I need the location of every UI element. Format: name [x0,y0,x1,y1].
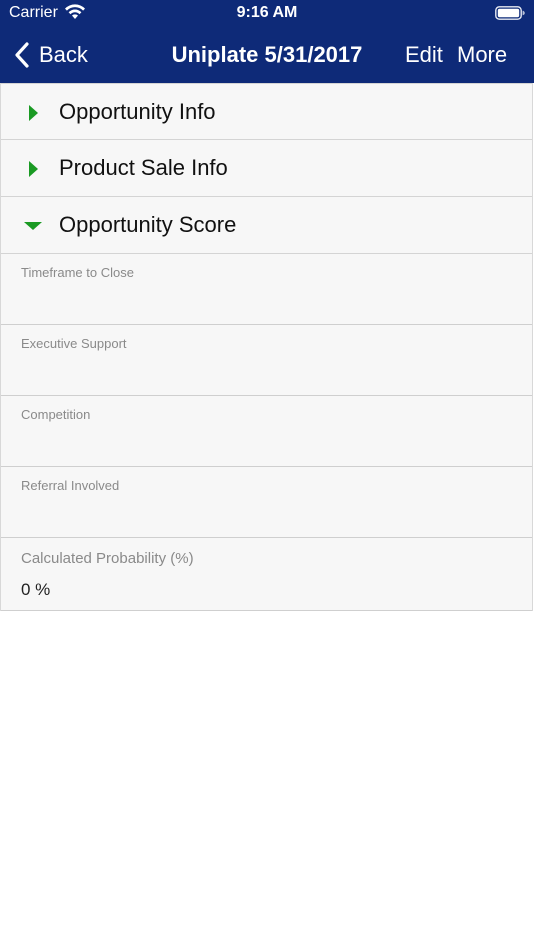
field-label: Competition [21,407,91,422]
battery-icon [495,6,525,20]
chevron-down-icon [24,222,42,230]
detail-content: Opportunity Info Product Sale Info Oppor… [0,83,533,611]
section-label: Product Sale Info [59,155,228,180]
navigation-bar: Back Uniplate 5/31/2017 Edit More [0,28,534,83]
edit-button[interactable]: Edit [405,42,443,68]
field-label: Timeframe to Close [21,265,134,280]
back-button[interactable]: Back [14,40,88,70]
field-label: Calculated Probability (%) [21,550,194,567]
section-product-sale-info[interactable]: Product Sale Info [1,140,532,197]
chevron-right-icon [29,105,38,121]
top-bar: Carrier 9:16 AM Back Uniplate 5/31/2017 … [0,0,534,83]
field-competition[interactable]: Competition [1,396,532,467]
status-bar: Carrier 9:16 AM [0,0,534,28]
chevron-right-icon [29,161,38,177]
field-calculated-probability: Calculated Probability (%) 0 % [1,538,532,611]
calculated-probability-value: 0 % [21,580,51,599]
section-label: Opportunity Score [59,212,237,237]
field-executive-support[interactable]: Executive Support [1,325,532,396]
field-timeframe-to-close[interactable]: Timeframe to Close [1,254,532,325]
field-referral-involved[interactable]: Referral Involved [1,467,532,538]
field-label: Referral Involved [21,478,120,493]
more-button[interactable]: More [457,42,507,68]
clock-time: 9:16 AM [236,4,298,21]
section-label: Opportunity Info [59,99,216,124]
section-opportunity-score[interactable]: Opportunity Score [1,197,532,254]
chevron-left-icon [15,42,29,68]
field-label: Executive Support [21,336,127,351]
section-opportunity-info[interactable]: Opportunity Info [1,83,532,140]
back-button-label: Back [39,42,88,67]
